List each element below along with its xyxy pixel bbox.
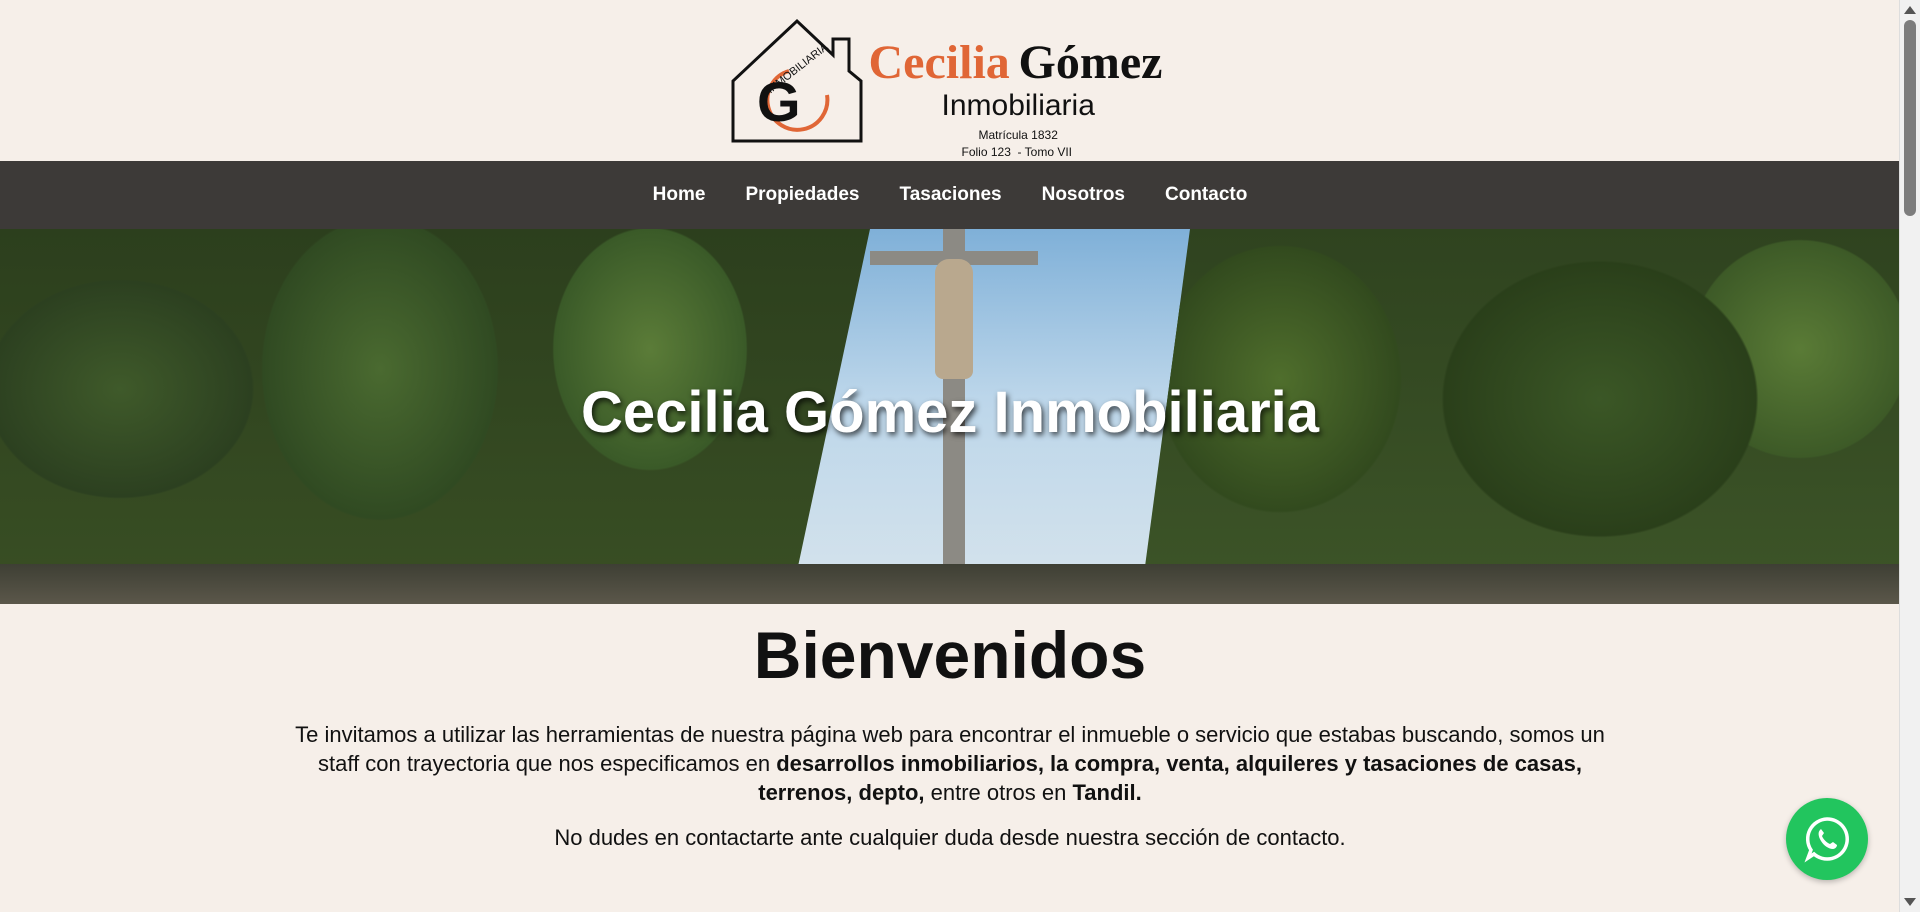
- brand-first-name: Cecilia: [868, 35, 1010, 89]
- brand-subtitle: Inmobiliaria: [941, 88, 1095, 122]
- welcome-section: Bienvenidos Te invitamos a utilizar las …: [0, 604, 1900, 851]
- scroll-down-arrow-icon[interactable]: [1904, 898, 1916, 906]
- contact-note: No dudes en contactarte ante cualquier d…: [554, 824, 1346, 850]
- page: G INMOBILIARIA Cecilia Gómez Inmobiliari…: [0, 0, 1900, 912]
- nav-item-contacto[interactable]: Contacto: [1165, 184, 1247, 206]
- logo-header: G INMOBILIARIA Cecilia Gómez Inmobiliari…: [0, 0, 1900, 161]
- hero-ground: [0, 564, 1900, 604]
- nav-item-home[interactable]: Home: [653, 184, 706, 206]
- hero-banner: Cecilia Gómez Inmobiliaria: [0, 229, 1900, 604]
- site-logo[interactable]: G INMOBILIARIA Cecilia Gómez Inmobiliari…: [727, 13, 1174, 159]
- intro-bold-services: desarrollos inmobiliarios, la compra, ve…: [758, 750, 1582, 805]
- logo-text: Cecilia Gómez Inmobiliaria Matrícula 183…: [868, 13, 1174, 159]
- welcome-intro: Te invitamos a utilizar las herramientas…: [295, 720, 1605, 807]
- page-scrollbar[interactable]: [1899, 0, 1920, 912]
- welcome-heading: Bienvenidos: [753, 618, 1147, 692]
- hero-title: Cecilia Gómez Inmobiliaria: [580, 380, 1320, 445]
- whatsapp-icon: [1804, 817, 1849, 863]
- brand-last-name: Gómez: [1018, 35, 1163, 89]
- scroll-thumb[interactable]: [1904, 20, 1916, 216]
- brand-matricula: Matrícula 1832: [978, 127, 1058, 142]
- nav-item-propiedades[interactable]: Propiedades: [745, 184, 859, 206]
- scroll-up-arrow-icon[interactable]: [1904, 6, 1916, 14]
- whatsapp-button[interactable]: [1786, 798, 1868, 880]
- nav-item-nosotros[interactable]: Nosotros: [1042, 184, 1125, 206]
- house-logo-icon: G INMOBILIARIA: [731, 18, 862, 142]
- intro-bold-city: Tandil.: [1072, 779, 1142, 805]
- intro-text-2: entre otros en: [924, 779, 1073, 805]
- nav-item-tasaciones[interactable]: Tasaciones: [900, 184, 1002, 206]
- crucifix-statue: [935, 259, 973, 379]
- main-navigation: Home Propiedades Tasaciones Nosotros Con…: [0, 161, 1900, 229]
- brand-folio: Folio 123 - Tomo VII: [961, 144, 1073, 159]
